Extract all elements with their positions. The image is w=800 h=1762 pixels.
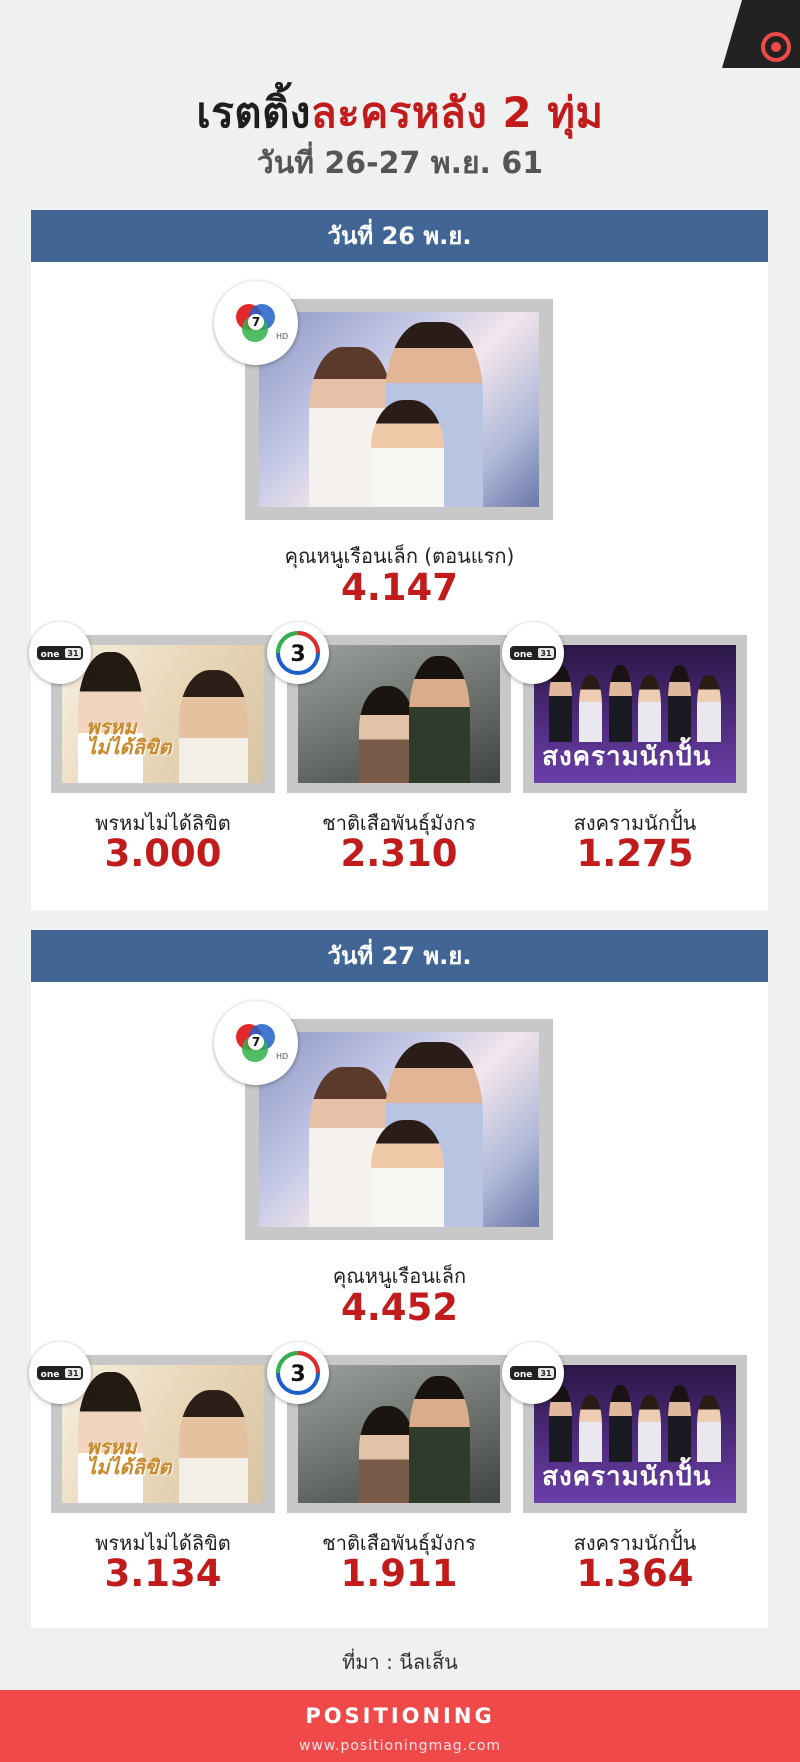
svg-text:one: one <box>41 1370 60 1380</box>
ch3-logo-icon: 3 <box>267 1342 329 1404</box>
one31-logo-icon: one 31 <box>29 622 91 684</box>
page-title: เรตติ้งละครหลัง 2 ทุ่ม <box>196 88 604 137</box>
day-section-26: วันที่ 26 พ.ย. 7 HD คุณหนูเรือนเล็ก (ตอนแ… <box>29 210 768 910</box>
page-subtitle: วันที่ 26-27 พ.ย. 61 <box>256 146 544 181</box>
svg-text:HD: HD <box>276 332 288 341</box>
day-section-27: วันที่ 27 พ.ย. 7 HD คุณหนูเรือนเล็ก 4.452… <box>29 930 768 1628</box>
svg-text:7: 7 <box>252 315 260 329</box>
footer-url[interactable]: www.positioningmag.com <box>0 1738 800 1754</box>
svg-text:31: 31 <box>540 649 552 658</box>
show-rating: 4.147 <box>340 566 459 609</box>
show-rating: 4.452 <box>340 1286 459 1329</box>
svg-text:31: 31 <box>67 649 79 658</box>
positioning-corner-logo <box>722 0 800 68</box>
show-rating: 1.364 <box>576 1552 694 1595</box>
ch7-logo-icon: 7 HD <box>214 281 298 365</box>
svg-text:one: one <box>41 650 60 660</box>
svg-text:31: 31 <box>67 1369 79 1378</box>
ch3-logo-icon: 3 <box>267 622 329 684</box>
svg-text:HD: HD <box>276 1052 288 1061</box>
footer-brand: POSITIONING <box>305 1704 495 1728</box>
one31-logo-icon: one 31 <box>502 622 564 684</box>
day-header: วันที่ 27 พ.ย. <box>31 930 768 982</box>
svg-text:one: one <box>514 650 533 660</box>
svg-text:3: 3 <box>290 1362 305 1387</box>
show-rating: 3.000 <box>104 832 222 875</box>
show-rating: 3.134 <box>104 1552 222 1595</box>
show-rating: 1.275 <box>576 832 694 875</box>
show-rating: 1.911 <box>340 1552 458 1595</box>
one31-logo-icon: one 31 <box>502 1342 564 1404</box>
ch7-logo-icon: 7 HD <box>214 1001 298 1085</box>
day-header: วันที่ 26 พ.ย. <box>31 210 768 262</box>
svg-text:7: 7 <box>252 1035 260 1049</box>
show-rating: 2.310 <box>340 832 458 875</box>
footer-banner: POSITIONING www.positioningmag.com <box>0 1690 800 1762</box>
svg-text:31: 31 <box>540 1369 552 1378</box>
svg-text:3: 3 <box>290 642 305 667</box>
source-note: ที่มา : นีลเส็น <box>342 1650 458 1674</box>
one31-logo-icon: one 31 <box>29 1342 91 1404</box>
svg-text:one: one <box>514 1370 533 1380</box>
